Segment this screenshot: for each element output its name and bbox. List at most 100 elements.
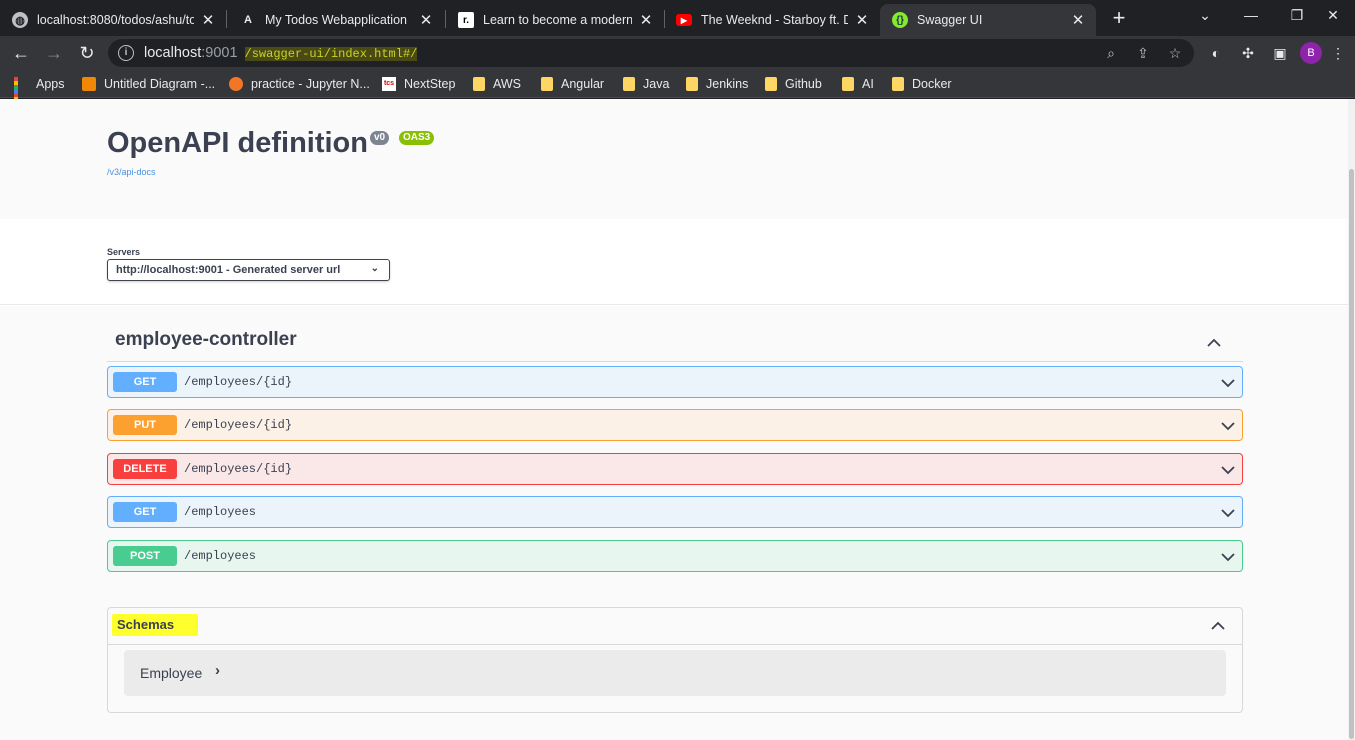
folder-icon <box>765 77 777 91</box>
servers-selected-value: http://localhost:9001 - Generated server… <box>116 264 341 276</box>
r-icon: r. <box>458 12 474 28</box>
side-panel-icon[interactable]: ▣ <box>1271 44 1289 62</box>
operation-path: /employees/{id} <box>184 462 293 476</box>
folder-icon <box>892 77 904 91</box>
chevron-up-icon[interactable] <box>1210 618 1226 634</box>
tab-my-todos[interactable]: A My Todos Webapplication ✕ <box>228 4 444 36</box>
model-name: Employee <box>140 665 203 681</box>
close-icon[interactable]: ✕ <box>854 11 870 29</box>
tag-name: employee-controller <box>115 329 297 350</box>
puzzle-icon[interactable]: ✣ <box>1239 44 1257 62</box>
back-button[interactable]: ← <box>8 40 34 66</box>
tab-title: My Todos Webapplication <box>265 13 407 27</box>
bookmark-folder-java[interactable]: Java <box>623 74 669 94</box>
bookmarks-bar: Apps Untitled Diagram -... practice - Ju… <box>0 70 1355 113</box>
url-port: :9001 <box>201 45 238 61</box>
bookmark-folder-ai[interactable]: AI <box>842 74 874 94</box>
tab-learn[interactable]: r. Learn to become a modern Ja ✕ <box>446 4 664 36</box>
scrollbar-thumb[interactable] <box>1349 169 1354 739</box>
bookmark-label: Untitled Diagram -... <box>104 77 216 91</box>
chevron-down-icon[interactable] <box>1220 549 1236 565</box>
url-text[interactable]: localhost:9001/swagger-ui/index.html#/ <box>144 45 418 61</box>
operation-path: /employees <box>184 505 257 519</box>
bookmark-apps[interactable]: Apps <box>14 74 65 113</box>
bookmark-label: Angular <box>561 77 605 91</box>
operation-row[interactable]: GET /employees <box>107 496 1243 528</box>
close-icon[interactable]: ✕ <box>200 11 216 29</box>
page-scrollbar[interactable] <box>1348 99 1355 740</box>
chevron-down-icon[interactable] <box>1220 462 1236 478</box>
chevron-right-icon[interactable]: › <box>215 662 220 679</box>
operation-row[interactable]: DELETE /employees/{id} <box>107 453 1243 485</box>
method-badge: PUT <box>113 415 177 435</box>
bookmark-star-icon[interactable]: ☆ <box>1166 44 1184 62</box>
bookmark-folder-github[interactable]: Github <box>765 74 822 94</box>
bookmark-label: NextStep <box>404 77 456 91</box>
bookmark-label: Docker <box>912 77 952 91</box>
method-badge: DELETE <box>113 459 177 479</box>
servers-label: Servers <box>107 247 141 257</box>
browser-toolbar: ← → ↻ i localhost:9001/swagger-ui/index.… <box>0 36 1355 70</box>
operation-path: /employees/{id} <box>184 418 293 432</box>
tab-todos[interactable]: ◍ localhost:8080/todos/ashu/to ✕ <box>0 4 226 36</box>
bookmark-untitled-diagram[interactable]: Untitled Diagram -... <box>82 74 215 94</box>
bookmark-folder-angular[interactable]: Angular <box>541 74 604 94</box>
url-path: /swagger-ui/index.html#/ <box>244 47 418 61</box>
oas-badge: OAS3 <box>399 131 435 145</box>
chevron-down-icon[interactable] <box>1220 418 1236 434</box>
bookmark-jupyter[interactable]: practice - Jupyter N... <box>229 74 370 94</box>
operation-path: /employees/{id} <box>184 375 293 389</box>
close-icon[interactable]: ✕ <box>418 11 434 29</box>
menu-icon[interactable]: ⋮ <box>1329 44 1347 62</box>
chevron-up-icon[interactable] <box>1206 335 1222 351</box>
tab-title: The Weeknd - Starboy ft. Daf <box>701 13 848 27</box>
tab-swagger-ui[interactable]: {} Swagger UI ✕ <box>880 4 1096 36</box>
schemas-header[interactable]: Schemas <box>108 608 1242 645</box>
close-icon[interactable]: ✕ <box>1070 11 1086 29</box>
globe-icon: ◍ <box>12 12 28 28</box>
model-employee[interactable]: Employee › <box>124 650 1226 696</box>
servers-section: Servers http://localhost:9001 - Generate… <box>0 219 1348 305</box>
tab-youtube[interactable]: ▶ The Weeknd - Starboy ft. Daf ✕ <box>664 4 880 36</box>
close-icon[interactable]: ✕ <box>638 11 654 29</box>
schemas-section: Schemas Employee › <box>107 607 1243 713</box>
chevron-down-icon[interactable] <box>1220 375 1236 391</box>
new-tab-button[interactable]: + <box>1106 6 1132 32</box>
folder-icon <box>473 77 485 91</box>
operation-row[interactable]: POST /employees <box>107 540 1243 572</box>
tab-search-button[interactable]: ⌄ <box>1182 0 1228 30</box>
minimize-button[interactable]: — <box>1228 0 1274 30</box>
method-badge: GET <box>113 502 177 522</box>
bookmark-nextstep[interactable]: tcs NextStep <box>382 74 455 94</box>
reload-button[interactable]: ↻ <box>74 40 100 66</box>
bookmark-folder-jenkins[interactable]: Jenkins <box>686 74 748 94</box>
tab-title: Swagger UI <box>917 13 983 27</box>
profile-avatar[interactable]: B <box>1300 42 1322 64</box>
method-badge: GET <box>113 372 177 392</box>
zoom-icon[interactable]: ⌕ <box>1102 44 1120 62</box>
version-badge: v0 <box>370 131 390 145</box>
operation-row[interactable]: PUT /employees/{id} <box>107 409 1243 441</box>
bookmark-label: Jenkins <box>706 77 749 91</box>
operation-row[interactable]: GET /employees/{id} <box>107 366 1243 398</box>
forward-button[interactable]: → <box>41 40 67 66</box>
bookmark-folder-aws[interactable]: AWS <box>473 74 521 94</box>
share-icon[interactable]: ⇪ <box>1134 44 1152 62</box>
folder-icon <box>842 77 854 91</box>
youtube-icon: ▶ <box>676 14 692 26</box>
tcs-icon: tcs <box>382 77 396 91</box>
address-bar[interactable]: i localhost:9001/swagger-ui/index.html#/… <box>108 39 1194 67</box>
api-docs-link[interactable]: /v3/api-docs <box>107 167 156 177</box>
drawio-icon <box>82 77 96 91</box>
bookmark-folder-docker[interactable]: Docker <box>892 74 952 94</box>
site-info-icon[interactable]: i <box>118 45 134 61</box>
close-window-button[interactable]: ✕ <box>1310 0 1355 30</box>
servers-select[interactable]: http://localhost:9001 - Generated server… <box>107 259 390 281</box>
extension-icon[interactable]: ◐ <box>1207 44 1225 62</box>
chevron-down-icon[interactable] <box>1220 505 1236 521</box>
tag-header-employee-controller[interactable]: employee-controller <box>107 324 1243 362</box>
bookmark-label: Apps <box>36 77 65 91</box>
schemas-title: Schemas <box>112 614 199 636</box>
swagger-icon: {} <box>892 12 908 28</box>
method-badge: POST <box>113 546 177 566</box>
